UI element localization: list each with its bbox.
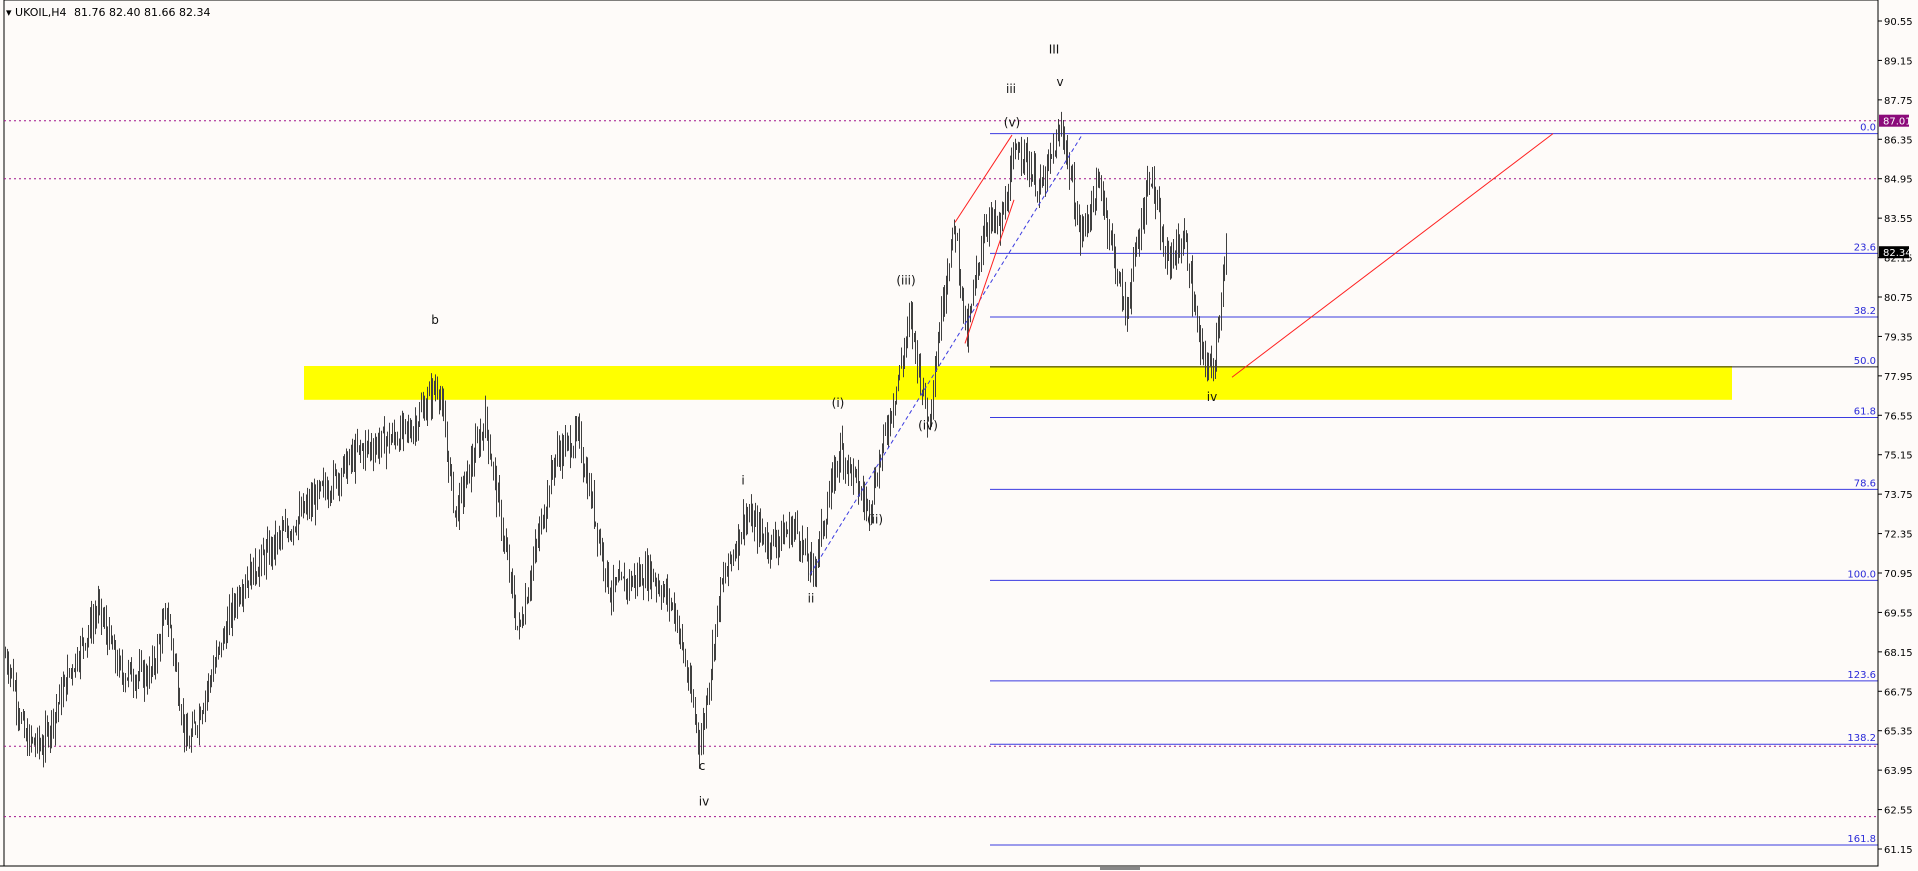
fib-level-label: 61.8: [1854, 407, 1876, 418]
wave-label: III: [1049, 42, 1060, 56]
fib-level-label: 161.8: [1847, 834, 1876, 845]
wave-label: (iii): [896, 273, 915, 287]
wave-label: ii: [808, 592, 815, 606]
fib-level-label: 123.6: [1847, 670, 1876, 681]
scroll-handle[interactable]: [1100, 867, 1140, 870]
price-tick-label: 62.55: [1884, 806, 1913, 817]
fib-level-label: 100.0: [1847, 569, 1876, 580]
price-tick-label: 86.35: [1884, 135, 1913, 146]
price-tick-label: 69.55: [1884, 608, 1913, 619]
price-chart[interactable]: 0.0 23.6 38.2 50.0 61.8 78.6 100.0 123.6 138.2 16…: [0, 0, 1918, 871]
price-tick-label: 83.55: [1884, 214, 1913, 225]
price-tick-label: 76.55: [1884, 411, 1913, 422]
symbol-label: UKOIL,H4: [15, 6, 67, 19]
price-tick-label: 63.95: [1884, 766, 1913, 777]
wave-label: (v): [1004, 116, 1020, 130]
wave-label: i: [741, 473, 744, 487]
wave-label: iii: [1006, 82, 1016, 96]
price-tick-label: 87.75: [1884, 96, 1913, 107]
price-tick-label: 89.15: [1884, 56, 1913, 67]
red-trendline[interactable]: [1231, 133, 1554, 378]
candles-group: [5, 111, 1227, 769]
fib-level-label: 78.6: [1854, 478, 1876, 489]
fib-level-label: 0.0: [1860, 123, 1876, 134]
collapse-triangle-icon[interactable]: ▾: [6, 6, 12, 19]
price-tick-label: 80.75: [1884, 293, 1913, 304]
price-tick-label: 68.15: [1884, 648, 1913, 659]
channel-dashed-line[interactable]: [809, 134, 1083, 575]
marked-level-label: 87.01: [1883, 117, 1912, 128]
fib-level-label: 138.2: [1847, 733, 1876, 744]
price-tick-label: 73.75: [1884, 490, 1913, 501]
price-tick-label: 72.35: [1884, 530, 1913, 541]
chart-header: ▾ UKOIL,H4 81.76 82.40 81.66 82.34: [6, 6, 210, 19]
fib-level-label: 38.2: [1854, 306, 1876, 317]
wave-label: iv: [699, 794, 709, 808]
chart-area[interactable]: 0.0 23.6 38.2 50.0 61.8 78.6 100.0 123.6 138.2 16…: [0, 0, 1918, 871]
price-tick-label: 77.95: [1884, 372, 1913, 383]
wave-label: v: [1056, 75, 1063, 89]
wave-label: c: [699, 759, 706, 773]
plot-border: [3, 0, 1879, 867]
wave-label: b: [431, 313, 439, 327]
price-tick-label: 66.75: [1884, 687, 1913, 698]
wave-label: iv: [1207, 390, 1217, 404]
wave-label: (i): [832, 396, 845, 410]
price-tick-label: 61.15: [1884, 845, 1913, 856]
support-zone-rect[interactable]: [304, 366, 1732, 400]
ohlc-readout: 81.76 82.40 81.66 82.34: [74, 6, 211, 19]
price-tick-label: 84.95: [1884, 175, 1913, 186]
price-tick-label: 65.35: [1884, 727, 1913, 738]
price-tick-label: 75.15: [1884, 451, 1913, 462]
fib-level-label: 23.6: [1854, 242, 1876, 253]
price-tick-label: 90.55: [1884, 17, 1913, 28]
fib-level-label: 50.0: [1854, 356, 1876, 367]
current-price-label: 82.34: [1883, 248, 1912, 259]
price-tick-label: 79.35: [1884, 332, 1913, 343]
wave-label: (ii): [867, 513, 883, 527]
price-tick-label: 70.95: [1884, 569, 1913, 580]
wave-label: (iv): [918, 418, 938, 432]
